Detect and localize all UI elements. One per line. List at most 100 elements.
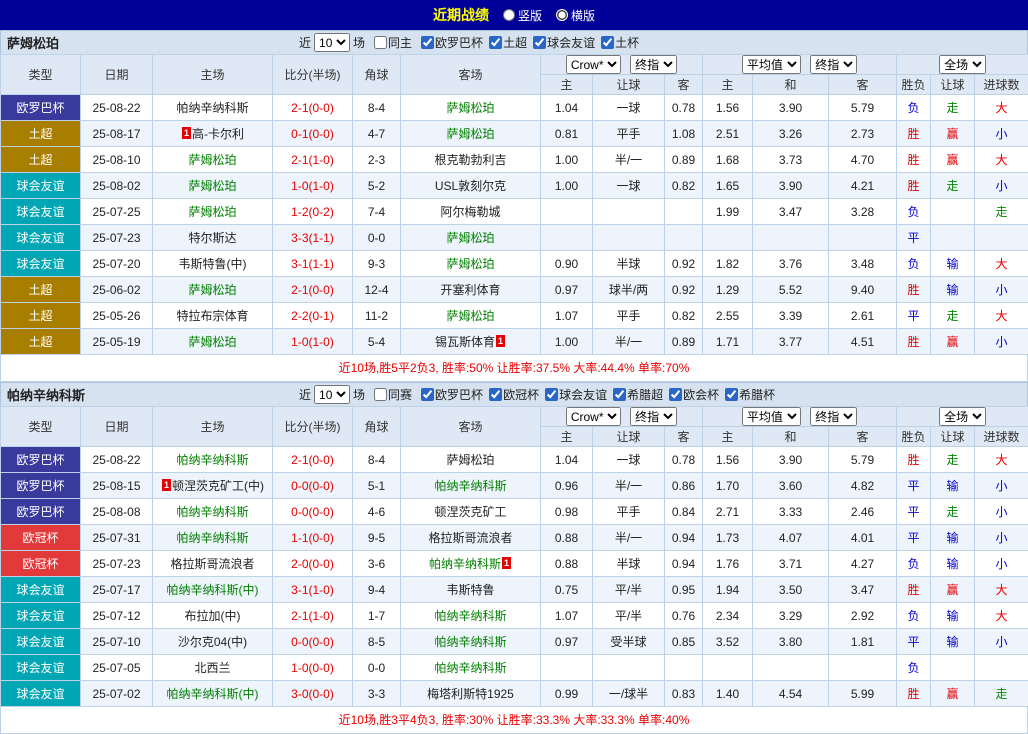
match-date: 25-06-02 bbox=[81, 277, 153, 303]
competition-filter[interactable]: 欧罗巴杯 bbox=[421, 386, 483, 403]
home-team: 帕纳辛纳科斯 bbox=[153, 447, 273, 473]
competition-checkbox[interactable] bbox=[613, 388, 626, 401]
competition-label: 希腊杯 bbox=[739, 386, 775, 403]
result-outcome: 平 bbox=[897, 225, 931, 251]
away-team: 阿尔梅勒城 bbox=[401, 199, 541, 225]
matches-table: 类型 日期 主场 比分(半场) 角球 客场 Crow* 终指 平均值 终指 全场 bbox=[0, 54, 1028, 355]
odds-handicap: 平/半 bbox=[593, 577, 665, 603]
odds-away: 0.84 bbox=[665, 499, 703, 525]
competition-filter[interactable]: 希腊超 bbox=[613, 386, 663, 403]
competition-checkbox[interactable] bbox=[725, 388, 738, 401]
competition-badge: 土超 bbox=[1, 303, 81, 329]
games-label: 场 bbox=[353, 34, 365, 51]
competition-checkbox[interactable] bbox=[669, 388, 682, 401]
layout-option-vertical[interactable]: 竖版 bbox=[503, 7, 542, 24]
bookmaker-stage-select[interactable]: 终指 bbox=[630, 407, 677, 426]
away-team: 萨姆松珀 bbox=[401, 251, 541, 277]
home-team: 格拉斯哥流浪者 bbox=[153, 551, 273, 577]
team-name: 萨姆松珀 bbox=[188, 335, 236, 349]
vertical-radio[interactable] bbox=[503, 9, 515, 21]
odds-away: 0.82 bbox=[665, 173, 703, 199]
competition-checkbox[interactable] bbox=[489, 388, 502, 401]
home-team: 帕纳辛纳科斯 bbox=[153, 499, 273, 525]
same-competition-filter[interactable]: 同赛 bbox=[374, 386, 412, 403]
avg-draw-odds: 3.60 bbox=[753, 473, 829, 499]
home-team: 沙尔克04(中) bbox=[153, 629, 273, 655]
average-stage-select[interactable]: 终指 bbox=[810, 55, 857, 74]
corner-score: 7-4 bbox=[353, 199, 401, 225]
avg-home-odds: 1.68 bbox=[703, 147, 753, 173]
match-row: 球会友谊25-07-23特尔斯达3-3(1-1)0-0萨姆松珀平 bbox=[1, 225, 1028, 251]
competition-checkbox[interactable] bbox=[545, 388, 558, 401]
competition-filter[interactable]: 土超 bbox=[489, 34, 527, 51]
bookmaker-stage-select[interactable]: 终指 bbox=[630, 55, 677, 74]
team-name: 帕纳辛纳科斯 bbox=[176, 453, 248, 467]
competition-checkbox[interactable] bbox=[601, 36, 614, 49]
corner-score: 3-6 bbox=[353, 551, 401, 577]
avg-away-odds: 4.51 bbox=[829, 329, 897, 355]
page-title: 近期战绩 bbox=[433, 5, 489, 25]
competition-checkbox[interactable] bbox=[533, 36, 546, 49]
same-venue-label: 同主 bbox=[388, 34, 412, 51]
away-team: 梅塔利斯特1925 bbox=[401, 681, 541, 707]
competition-filter[interactable]: 欧冠杯 bbox=[489, 386, 539, 403]
competition-filter[interactable]: 土杯 bbox=[601, 34, 639, 51]
competition-filter[interactable]: 欧罗巴杯 bbox=[421, 34, 483, 51]
odds-home: 1.04 bbox=[541, 95, 593, 121]
recent-count-select[interactable]: 10 bbox=[314, 33, 350, 52]
average-stage-select[interactable]: 终指 bbox=[810, 407, 857, 426]
competition-filter[interactable]: 球会友谊 bbox=[533, 34, 595, 51]
score: 0-1(0-0) bbox=[273, 121, 353, 147]
match-date: 25-05-19 bbox=[81, 329, 153, 355]
team-name: 高-卡尔利 bbox=[192, 127, 244, 141]
same-competition-checkbox[interactable] bbox=[374, 388, 387, 401]
result-handicap: 赢 bbox=[931, 147, 975, 173]
team-name: 锡瓦斯体育 bbox=[435, 335, 495, 349]
avg-draw-odds: 3.26 bbox=[753, 121, 829, 147]
odds-home: 1.00 bbox=[541, 329, 593, 355]
team-name: 萨姆松珀 bbox=[446, 231, 494, 245]
result-handicap: 走 bbox=[931, 447, 975, 473]
recent-count-select[interactable]: 10 bbox=[314, 385, 350, 404]
odds-away: 0.95 bbox=[665, 577, 703, 603]
match-row: 球会友谊25-07-10沙尔克04(中)0-0(0-0)8-5帕纳辛纳科斯0.9… bbox=[1, 629, 1028, 655]
avg-draw-odds: 4.07 bbox=[753, 525, 829, 551]
home-team: 韦斯特鲁(中) bbox=[153, 251, 273, 277]
avg-away-odds: 5.99 bbox=[829, 681, 897, 707]
competition-checkbox[interactable] bbox=[489, 36, 502, 49]
team-name: USL敦刻尔克 bbox=[435, 179, 506, 193]
avg-draw-odds: 3.90 bbox=[753, 447, 829, 473]
section-header: 萨姆松珀 近 10 场 同主 欧罗巴杯土超球会友谊土杯 bbox=[0, 30, 1028, 54]
avg-draw-odds bbox=[753, 655, 829, 681]
avg-home-odds: 1.94 bbox=[703, 577, 753, 603]
match-row: 土超25-05-26特拉布宗体育2-2(0-1)11-2萨姆松珀1.07平手0.… bbox=[1, 303, 1028, 329]
odds-away: 0.94 bbox=[665, 525, 703, 551]
home-team: 帕纳辛纳科斯 bbox=[153, 525, 273, 551]
competition-checkbox[interactable] bbox=[421, 388, 434, 401]
competition-filter[interactable]: 希腊杯 bbox=[725, 386, 775, 403]
same-venue-checkbox[interactable] bbox=[374, 36, 387, 49]
layout-option-horizontal[interactable]: 横版 bbox=[556, 7, 595, 24]
odds-handicap: 半球 bbox=[593, 251, 665, 277]
average-group-header: 平均值 终指 bbox=[703, 55, 897, 75]
corner-score: 0-0 bbox=[353, 225, 401, 251]
col-header-date: 日期 bbox=[81, 55, 153, 95]
average-select[interactable]: 平均值 bbox=[742, 407, 801, 426]
corner-score: 5-1 bbox=[353, 473, 401, 499]
bookmaker-select[interactable]: Crow* bbox=[566, 55, 621, 74]
competition-checkbox[interactable] bbox=[421, 36, 434, 49]
competition-filter[interactable]: 球会友谊 bbox=[545, 386, 607, 403]
scope-select[interactable]: 全场 bbox=[939, 55, 986, 74]
result-goals bbox=[975, 655, 1028, 681]
odds-away: 0.76 bbox=[665, 603, 703, 629]
scope-select[interactable]: 全场 bbox=[939, 407, 986, 426]
horizontal-radio[interactable] bbox=[556, 9, 568, 21]
competition-filter[interactable]: 欧会杯 bbox=[669, 386, 719, 403]
competition-badge: 球会友谊 bbox=[1, 577, 81, 603]
avg-draw-odds: 3.76 bbox=[753, 251, 829, 277]
average-select[interactable]: 平均值 bbox=[742, 55, 801, 74]
competition-label: 土超 bbox=[503, 34, 527, 51]
same-venue-filter[interactable]: 同主 bbox=[374, 34, 412, 51]
avg-home-odds: 2.34 bbox=[703, 603, 753, 629]
bookmaker-select[interactable]: Crow* bbox=[566, 407, 621, 426]
